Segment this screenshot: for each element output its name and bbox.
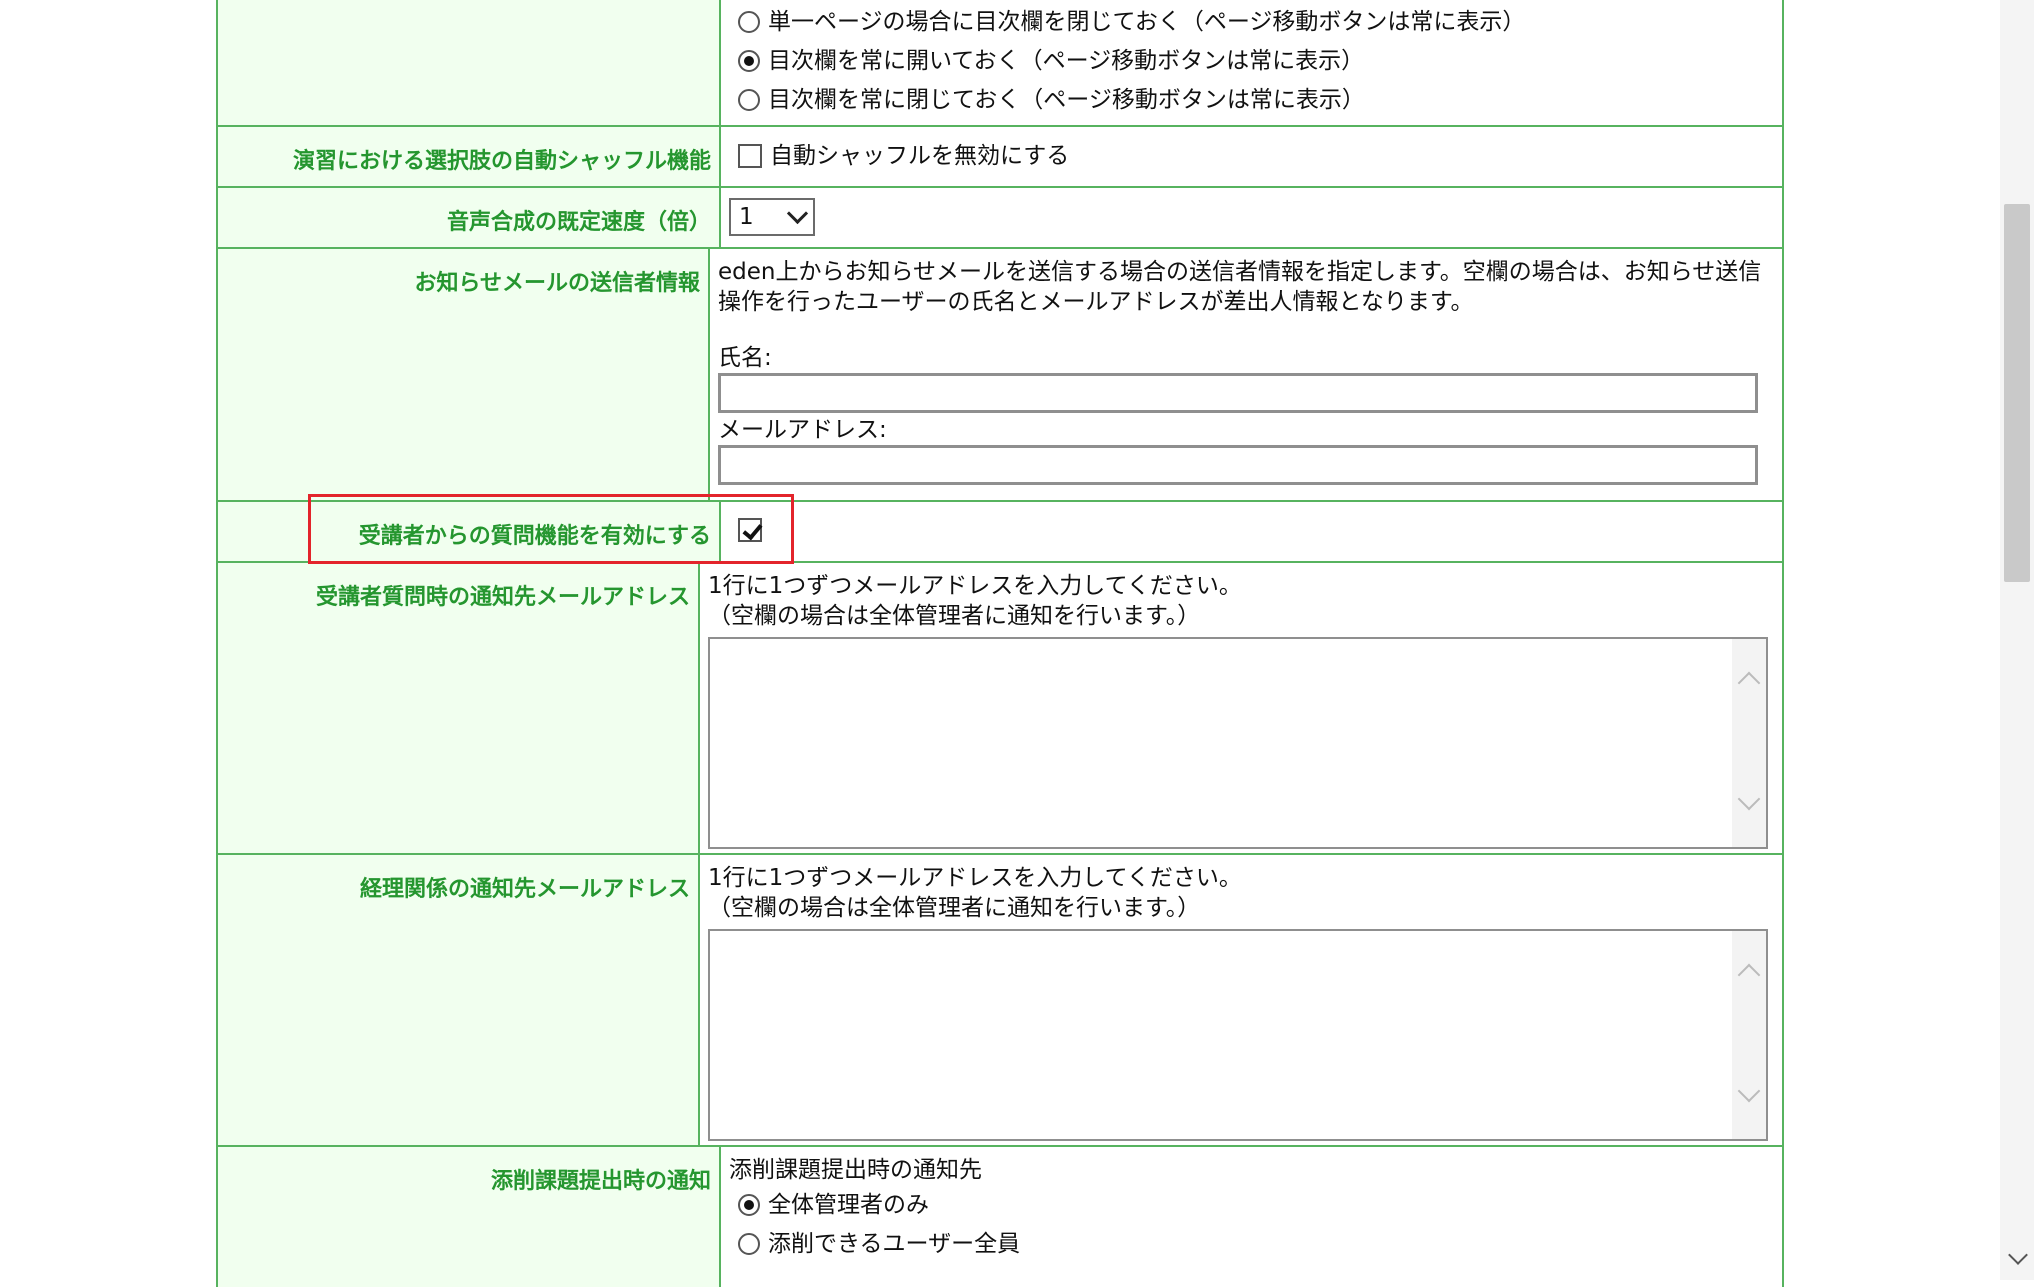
correction-sub-label: 添削課題提出時の通知先 xyxy=(729,1157,982,1183)
radio-button[interactable] xyxy=(738,1193,760,1216)
radio-button[interactable] xyxy=(738,1232,760,1255)
correction-row: 添削課題提出時の通知 添削課題提出時の通知先 全体管理者のみ 添削できるユーザー… xyxy=(218,1147,1782,1287)
toc-option-always-close[interactable]: 目次欄を常に閉じておく（ページ移動ボタンは常に表示） xyxy=(729,80,1768,119)
settings-table: 単一ページの場合に目次欄を閉じておく（ページ移動ボタンは常に表示） 目次欄を常に… xyxy=(216,0,1784,1287)
accounting-mail-hint: 1行に1つずつメールアドレスを入力してください。 xyxy=(708,865,1242,891)
chevron-down-icon[interactable] xyxy=(2008,1245,2028,1265)
question-mail-row: 受講者質問時の通知先メールアドレス 1行に1つずつメールアドレスを入力してくださ… xyxy=(218,563,1782,855)
textarea-scrollbar[interactable] xyxy=(1732,931,1766,1139)
page-scrollbar-thumb[interactable] xyxy=(2004,204,2030,582)
shuffle-disable-option[interactable]: 自動シャッフルを無効にする xyxy=(729,139,1768,173)
sender-label: お知らせメールの送信者情報 xyxy=(218,249,710,500)
sender-name-label: 氏名: xyxy=(718,345,772,371)
accounting-mail-label: 経理関係の通知先メールアドレス xyxy=(218,855,700,1145)
option-label: 全体管理者のみ xyxy=(768,1191,929,1218)
accounting-mail-hint-2: （空欄の場合は全体管理者に通知を行います。） xyxy=(708,895,1201,921)
highlight-box xyxy=(308,494,794,564)
chevron-up-icon[interactable] xyxy=(1737,963,1761,987)
question-mail-hint-2: （空欄の場合は全体管理者に通知を行います。） xyxy=(708,603,1201,629)
shuffle-disable-checkbox[interactable] xyxy=(738,144,762,168)
radio-button[interactable] xyxy=(738,10,760,33)
chevron-down-icon[interactable] xyxy=(1737,787,1761,811)
page-scrollbar[interactable] xyxy=(2000,0,2034,1280)
accounting-mail-textarea[interactable] xyxy=(708,929,1768,1141)
chevron-down-icon[interactable] xyxy=(1737,1079,1761,1103)
radio-button[interactable] xyxy=(738,49,760,72)
speech-speed-row: 音声合成の既定速度（倍） 1 xyxy=(218,188,1782,249)
option-label: 目次欄を常に開いておく（ページ移動ボタンは常に表示） xyxy=(768,47,1365,74)
sender-name-input[interactable] xyxy=(718,373,1758,413)
toc-row: 単一ページの場合に目次欄を閉じておく（ページ移動ボタンは常に表示） 目次欄を常に… xyxy=(218,0,1782,127)
option-label: 単一ページの場合に目次欄を閉じておく（ページ移動ボタンは常に表示） xyxy=(768,8,1526,35)
option-label: 目次欄を常に閉じておく（ページ移動ボタンは常に表示） xyxy=(768,86,1365,113)
speech-speed-label: 音声合成の既定速度（倍） xyxy=(218,188,721,247)
question-mail-textarea[interactable] xyxy=(708,637,1768,849)
chevron-down-icon xyxy=(786,202,809,224)
correction-option-all-users[interactable]: 添削できるユーザー全員 xyxy=(729,1224,1768,1263)
chevron-up-icon[interactable] xyxy=(1737,671,1761,695)
option-label: 添削できるユーザー全員 xyxy=(768,1230,1021,1257)
correction-label: 添削課題提出時の通知 xyxy=(218,1147,721,1287)
sender-email-label: メールアドレス: xyxy=(718,417,887,443)
checkbox-label: 自動シャッフルを無効にする xyxy=(770,143,1070,169)
accounting-mail-row: 経理関係の通知先メールアドレス 1行に1つずつメールアドレスを入力してください。… xyxy=(218,855,1782,1147)
select-value: 1 xyxy=(739,204,754,230)
sender-email-input[interactable] xyxy=(718,445,1758,485)
toc-label xyxy=(218,0,721,125)
sender-row: お知らせメールの送信者情報 eden上からお知らせメールを送信する場合の送信者情… xyxy=(218,249,1782,502)
shuffle-label: 演習における選択肢の自動シャッフル機能 xyxy=(218,127,721,186)
toc-option-always-open[interactable]: 目次欄を常に開いておく（ページ移動ボタンは常に表示） xyxy=(729,41,1768,80)
question-mail-hint: 1行に1つずつメールアドレスを入力してください。 xyxy=(708,573,1242,599)
radio-button[interactable] xyxy=(738,88,760,111)
speech-speed-select[interactable]: 1 xyxy=(729,198,815,236)
shuffle-row: 演習における選択肢の自動シャッフル機能 自動シャッフルを無効にする xyxy=(218,127,1782,188)
question-mail-label: 受講者質問時の通知先メールアドレス xyxy=(218,563,700,853)
toc-options: 単一ページの場合に目次欄を閉じておく（ページ移動ボタンは常に表示） 目次欄を常に… xyxy=(721,0,1782,125)
sender-description: eden上からお知らせメールを送信する場合の送信者情報を指定します。空欄の場合は… xyxy=(718,259,1762,315)
textarea-scrollbar[interactable] xyxy=(1732,639,1766,847)
toc-option-single-close[interactable]: 単一ページの場合に目次欄を閉じておく（ページ移動ボタンは常に表示） xyxy=(729,2,1768,41)
correction-option-admin-only[interactable]: 全体管理者のみ xyxy=(729,1185,1768,1224)
